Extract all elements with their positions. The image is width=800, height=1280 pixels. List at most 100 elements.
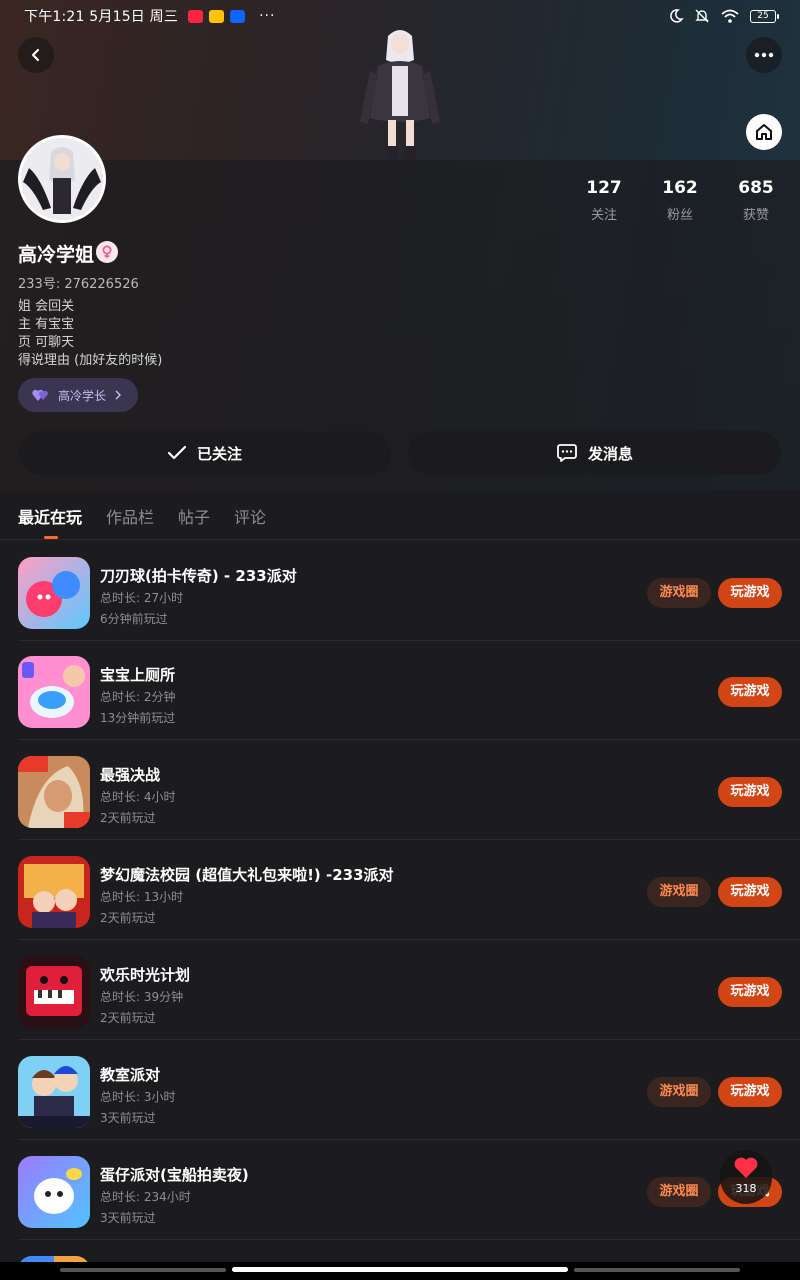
game-last-played: 6分钟前玩过 [100,612,168,626]
game-last-played: 13分钟前玩过 [100,711,176,725]
avatar[interactable] [18,135,106,223]
check-icon [167,445,187,460]
stat-label: 关注 [590,208,617,223]
game-row[interactable]: 蛋仔派对(宝船拍卖夜) 总时长: 234小时 3天前玩过 游戏圈 玩游戏 [0,1140,800,1240]
bell-muted-icon [695,9,709,23]
status-bar: 下午1:21 5月15日 周三 ··· 25 [0,0,800,32]
back-button[interactable] [18,37,54,73]
game-row[interactable]: 欢乐时光计划 总时长: 39分钟 2天前玩过 玩游戏 [0,940,800,1040]
home-gesture-handle[interactable] [232,1267,568,1272]
bio-line: 得说理由 (加好友的时候) [18,353,163,368]
wifi-icon [721,9,739,23]
more-options-button[interactable] [746,37,782,73]
bio-line: 页 可聊天 [18,335,75,350]
game-name: 欢乐时光计划 [100,966,191,984]
stat-number: 685 [738,178,774,198]
game-row[interactable]: 刀刃球(拍卡传奇) - 233派对 总时长: 27小时 6分钟前玩过 游戏圈 玩… [0,541,800,641]
game-name: 最强决战 [100,766,161,784]
game-duration: 总时长: 27小时 [100,591,184,605]
stat-likes[interactable]: 685 获赞 [721,178,791,223]
profile-tabs: 最近在玩 作品栏 帖子 评论 [18,504,266,539]
status-time: 下午1:21 5月15日 周三 [24,9,179,25]
stat-followers[interactable]: 162 粉丝 [645,178,715,223]
like-count: 318 [735,1182,757,1195]
character-figure [360,30,440,164]
game-name: 梦幻魔法校园 (超值大礼包来啦!) -233派对 [100,866,394,884]
username: 高冷学姐 [18,244,95,266]
stat-label: 获赞 [742,208,769,223]
follow-button[interactable]: 已关注 [18,431,391,475]
home-button[interactable] [746,114,782,150]
xiaohongshu-icon [188,9,204,23]
gender-female-icon [96,241,118,263]
heart-icon [734,1157,758,1178]
play-game-button[interactable]: 玩游戏 [718,677,782,707]
play-game-button[interactable]: 玩游戏 [718,977,782,1007]
happy-time-icon[interactable] [18,956,90,1028]
game-duration: 总时长: 39分钟 [100,990,184,1004]
game-circle-button[interactable]: 游戏圈 [647,578,711,608]
battery-icon: 25 [750,9,779,23]
magic-school-icon[interactable] [18,856,90,928]
game-duration: 总时长: 2分钟 [100,690,176,704]
game-name: 教室派对 [100,1066,161,1084]
game-duration: 总时长: 234小时 [100,1190,191,1204]
tab-posts[interactable]: 帖子 [178,504,210,528]
game-name: 宝宝上厕所 [100,666,176,684]
relation-tag-label: 高冷学长 [58,388,107,403]
classroom-party-icon[interactable] [18,1056,90,1128]
game-duration: 总时长: 3小时 [100,1090,176,1104]
stat-number: 162 [662,178,698,198]
home-icon [756,124,772,140]
toilet-game-icon[interactable] [18,656,90,728]
game-row[interactable]: 宝宝上厕所 总时长: 2分钟 13分钟前玩过 玩游戏 [0,640,800,740]
nav-track [60,1268,226,1272]
divider [0,539,800,540]
play-game-button[interactable]: 玩游戏 [718,777,782,807]
play-game-button[interactable]: 玩游戏 [718,1077,782,1107]
system-nav-bar [0,1262,800,1280]
tab-recent-played[interactable]: 最近在玩 [18,504,82,539]
content-panel: 最近在玩 作品栏 帖子 评论 刀刃球(拍卡传奇) - 233派对 总时长: 27… [0,490,800,1280]
game-row[interactable]: 梦幻魔法校园 (超值大礼包来啦!) -233派对 总时长: 13小时 2天前玩过… [0,840,800,940]
game-circle-button[interactable]: 游戏圈 [647,1177,711,1207]
game-duration: 总时长: 4小时 [100,790,176,804]
game-circle-button[interactable]: 游戏圈 [647,1077,711,1107]
game-last-played: 3天前玩过 [100,1111,156,1125]
game-name: 蛋仔派对(宝船拍卖夜) [100,1166,249,1184]
bio-line: 主 有宝宝 [18,317,75,332]
game-last-played: 2天前玩过 [100,811,156,825]
game-row[interactable]: 教室派对 总时长: 3小时 3天前玩过 游戏圈 玩游戏 [0,1040,800,1140]
play-game-button[interactable]: 玩游戏 [718,578,782,608]
blade-ball-icon[interactable] [18,557,90,629]
stat-following[interactable]: 127 关注 [569,178,639,223]
game-last-played: 2天前玩过 [100,1011,156,1025]
game-last-played: 3天前玩过 [100,1211,156,1225]
avatar-image [21,138,103,220]
nav-track [574,1268,740,1272]
game-row[interactable]: 最强决战 总时长: 4小时 2天前玩过 玩游戏 [0,740,800,840]
floating-like-button[interactable]: 318 [720,1150,772,1204]
egg-party-icon[interactable] [18,1156,90,1228]
stat-label: 粉丝 [666,208,693,223]
chevron-left-icon [31,48,40,62]
relation-tag[interactable]: 高冷学长 [18,378,139,412]
status-app-icons [188,9,246,23]
meituan-icon [209,9,225,23]
message-button[interactable]: 发消息 [408,431,781,475]
message-button-label: 发消息 [587,444,633,463]
bio-line: 姐 会回关 [18,299,75,314]
tab-works[interactable]: 作品栏 [106,504,154,528]
moon-icon [670,9,684,23]
game-circle-button[interactable]: 游戏圈 [647,877,711,907]
bio: 姐 会回关 主 有宝宝 页 可聊天 得说理由 (加好友的时候) [18,298,162,370]
game-name: 刀刃球(拍卡传奇) - 233派对 [100,567,297,585]
game-duration: 总时长: 13小时 [100,890,184,904]
status-more-icon: ··· [259,8,276,24]
follow-button-label: 已关注 [196,444,242,463]
play-game-button[interactable]: 玩游戏 [718,877,782,907]
user-id: 233号: 276226526 [18,277,139,292]
tab-comments[interactable]: 评论 [234,504,266,528]
zhihu-icon [230,9,246,23]
battle-game-icon[interactable] [18,756,90,828]
